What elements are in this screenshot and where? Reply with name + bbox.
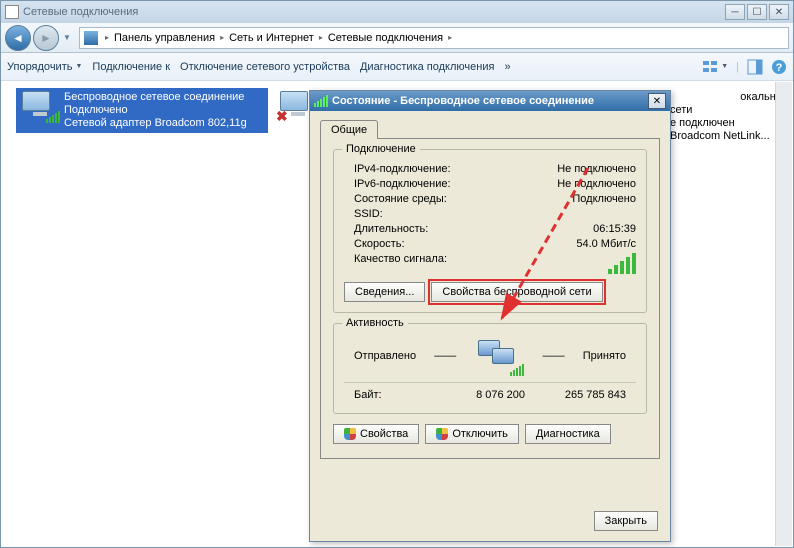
- connection-name: Беспроводное сетевое соединение: [64, 91, 247, 104]
- dialog-close-button[interactable]: ✕: [648, 93, 666, 109]
- diagnose-button[interactable]: Диагностика: [525, 424, 611, 444]
- speed-label: Скорость:: [354, 238, 405, 250]
- ipv6-label: IPv6-подключение:: [354, 178, 451, 190]
- bytes-sent-value: 8 076 200: [424, 389, 525, 401]
- dialog-titlebar: Состояние - Беспроводное сетевое соедине…: [310, 91, 670, 111]
- duration-value: 06:15:39: [593, 223, 636, 235]
- ipv6-value: Не подключено: [557, 178, 636, 190]
- activity-group: Активность Отправлено —— —— Принято Байт…: [333, 323, 647, 414]
- toolbar: Упорядочить▼ Подключение к Отключение се…: [1, 53, 793, 81]
- ipv4-label: IPv4-подключение:: [354, 163, 451, 175]
- details-button[interactable]: Сведения...: [344, 282, 425, 302]
- view-options-button[interactable]: ▼: [702, 59, 728, 75]
- signal-bars-icon: [608, 253, 636, 274]
- window-icon: [5, 5, 19, 19]
- signal-label: Качество сигнала:: [354, 253, 447, 274]
- preview-pane-icon[interactable]: [747, 59, 763, 75]
- connection-status: Подключено: [64, 104, 247, 117]
- disable-button[interactable]: Отключить: [425, 424, 519, 444]
- maximize-button[interactable]: ☐: [747, 4, 767, 20]
- connection-name: окальной сети: [670, 91, 788, 117]
- tab-general[interactable]: Общие: [320, 120, 378, 139]
- connection-item-wireless[interactable]: Беспроводное сетевое соединение Подключе…: [16, 88, 268, 133]
- toolbar-overflow[interactable]: »: [504, 61, 510, 73]
- connection-group: Подключение IPv4-подключение:Не подключе…: [333, 149, 647, 313]
- divider: |: [736, 61, 739, 73]
- bytes-recv-value: 265 785 843: [525, 389, 626, 401]
- recv-label: Принято: [583, 350, 626, 362]
- divider: [344, 382, 636, 383]
- status-dialog: Состояние - Беспроводное сетевое соедине…: [309, 90, 671, 542]
- activity-computers-icon: [474, 338, 524, 374]
- sent-label: Отправлено: [354, 350, 416, 362]
- wifi-properties-button[interactable]: Свойства беспроводной сети: [431, 282, 602, 302]
- ipv4-value: Не подключено: [557, 163, 636, 175]
- breadcrumb-item[interactable]: Панель управления: [114, 32, 215, 44]
- media-label: Состояние среды:: [354, 193, 447, 205]
- close-button[interactable]: ✕: [769, 4, 789, 20]
- chevron-right-icon[interactable]: ▸: [446, 33, 454, 42]
- forward-button[interactable]: ►: [33, 25, 59, 51]
- organize-menu[interactable]: Упорядочить▼: [7, 61, 82, 73]
- window-title: Сетевые подключения: [23, 6, 138, 18]
- location-icon: [84, 31, 98, 45]
- help-icon[interactable]: ?: [771, 59, 787, 75]
- minimize-button[interactable]: ─: [725, 4, 745, 20]
- dashes: ——: [543, 350, 565, 362]
- group-title: Подключение: [342, 143, 420, 155]
- disconnected-x-icon: ✖: [276, 108, 288, 125]
- connect-to-button[interactable]: Подключение к: [92, 61, 170, 73]
- chevron-right-icon[interactable]: ▸: [103, 33, 111, 42]
- chevron-right-icon[interactable]: ▸: [317, 33, 325, 42]
- shield-icon: [344, 428, 356, 440]
- connection-adapter: Broadcom NetLink...: [670, 130, 788, 143]
- tab-panel: Подключение IPv4-подключение: Не подключе…: [320, 138, 660, 459]
- svg-text:?: ?: [776, 62, 783, 74]
- wireless-connection-icon: [22, 91, 58, 123]
- titlebar: Сетевые подключения ─ ☐ ✕: [1, 1, 793, 23]
- speed-value: 54.0 Мбит/с: [576, 238, 636, 250]
- dialog-title: Состояние - Беспроводное сетевое соедине…: [332, 95, 594, 107]
- connection-status: е подключен: [670, 117, 788, 130]
- back-button[interactable]: ◄: [5, 25, 31, 51]
- properties-button[interactable]: Свойства: [333, 424, 419, 444]
- group-title: Активность: [342, 317, 408, 329]
- vertical-scrollbar[interactable]: [775, 82, 792, 546]
- chevron-right-icon[interactable]: ▸: [218, 33, 226, 42]
- signal-icon: [314, 95, 328, 107]
- dashes: ——: [434, 350, 456, 362]
- shield-icon: [436, 428, 448, 440]
- navbar: ◄ ► ▼ ▸ Панель управления ▸ Сеть и Интер…: [1, 23, 793, 53]
- disable-device-button[interactable]: Отключение сетевого устройства: [180, 61, 350, 73]
- nav-history-dropdown[interactable]: ▼: [61, 25, 73, 51]
- duration-label: Длительность:: [354, 223, 428, 235]
- media-value: Подключено: [572, 193, 636, 205]
- ssid-label: SSID:: [354, 208, 383, 220]
- address-bar[interactable]: ▸ Панель управления ▸ Сеть и Интернет ▸ …: [79, 27, 789, 49]
- breadcrumb-item[interactable]: Сеть и Интернет: [229, 32, 314, 44]
- diagnose-button[interactable]: Диагностика подключения: [360, 61, 494, 73]
- bytes-label: Байт:: [354, 389, 424, 401]
- connection-adapter: Сетевой адаптер Broadcom 802,11g: [64, 117, 247, 130]
- breadcrumb-item[interactable]: Сетевые подключения: [328, 32, 443, 44]
- close-dialog-button[interactable]: Закрыть: [594, 511, 658, 531]
